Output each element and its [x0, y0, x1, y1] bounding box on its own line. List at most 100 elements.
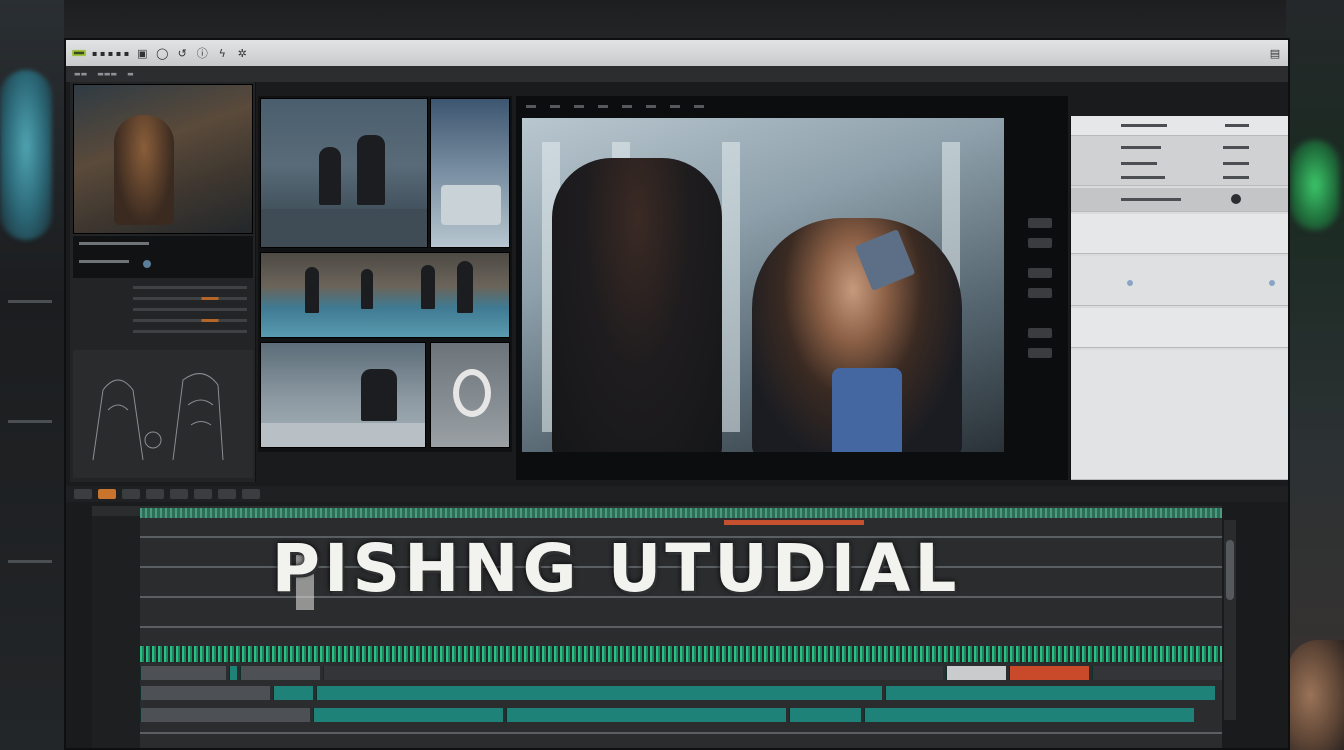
- selection-icon[interactable]: ▣: [135, 46, 149, 60]
- audio-waveform-track[interactable]: [140, 646, 1222, 662]
- property-row[interactable]: [73, 282, 253, 293]
- property-row[interactable]: [73, 326, 253, 337]
- timeline-clip[interactable]: [1009, 666, 1089, 680]
- window-icon[interactable]: ▤: [1268, 46, 1282, 60]
- timeline-in-out-range[interactable]: [724, 520, 864, 525]
- background-figure: [0, 70, 52, 240]
- side-button[interactable]: [1028, 348, 1052, 358]
- timeline-tool[interactable]: [242, 489, 260, 499]
- inspector-row[interactable]: [1071, 214, 1288, 254]
- viewer-tool[interactable]: [670, 104, 680, 108]
- keyframe-dot[interactable]: [1269, 280, 1275, 286]
- program-viewer: [516, 96, 1068, 480]
- timeline-clip[interactable]: [313, 708, 503, 722]
- property-slider[interactable]: [133, 330, 247, 333]
- property-row[interactable]: [73, 315, 253, 326]
- shot-thumbnail[interactable]: [260, 98, 428, 248]
- timeline-clip[interactable]: [506, 708, 786, 722]
- thumbnail-figure: [305, 267, 319, 313]
- viewer-tool[interactable]: [574, 104, 584, 108]
- thumbnail-figure: [361, 269, 373, 309]
- viewer-tool[interactable]: [550, 104, 560, 108]
- inspector-row[interactable]: [1071, 136, 1288, 186]
- app-logo-icon[interactable]: [72, 46, 86, 60]
- workspace-tab[interactable]: ▬: [127, 70, 134, 78]
- circle-icon[interactable]: ◯: [155, 46, 169, 60]
- timeline-clip[interactable]: [229, 666, 237, 680]
- timeline-clip[interactable]: [240, 666, 320, 680]
- property-slider[interactable]: [133, 319, 247, 322]
- thumbnail-floor: [261, 209, 427, 247]
- viewer-tool[interactable]: [598, 104, 608, 108]
- timeline-clip[interactable]: [273, 686, 313, 700]
- scrollbar-thumb[interactable]: [1226, 540, 1234, 600]
- timeline-tool[interactable]: [122, 489, 140, 499]
- shot-thumbnail[interactable]: [430, 342, 510, 448]
- timeline-scrollbar[interactable]: [1224, 520, 1236, 720]
- info-line: [79, 260, 129, 263]
- title-overlay: PISHNG UTUDIAL: [271, 530, 961, 607]
- inspector-label: [1121, 146, 1161, 149]
- timeline-clip[interactable]: [316, 686, 882, 700]
- property-slider[interactable]: [133, 308, 247, 311]
- workspace-tab[interactable]: ▬▬: [74, 70, 87, 78]
- timeline-clip[interactable]: [864, 708, 1194, 722]
- timeline-clip[interactable]: [140, 686, 270, 700]
- timeline-clip[interactable]: [140, 708, 310, 722]
- viewer-toolbar: [516, 96, 1068, 116]
- track-divider: [140, 732, 1222, 734]
- inspector-row[interactable]: [1071, 256, 1288, 306]
- timeline-tool[interactable]: [74, 489, 92, 499]
- timeline-clip[interactable]: [1092, 666, 1222, 680]
- background-strip: [8, 300, 52, 303]
- viewer-tool[interactable]: [694, 104, 704, 108]
- property-slider[interactable]: [133, 286, 247, 289]
- inspector-row[interactable]: [1071, 116, 1288, 136]
- timeline-tool[interactable]: [146, 489, 164, 499]
- property-row[interactable]: [73, 293, 253, 304]
- property-row[interactable]: [73, 304, 253, 315]
- timeline-tool[interactable]: [194, 489, 212, 499]
- timeline-tool[interactable]: [170, 489, 188, 499]
- inspector-row[interactable]: [1071, 308, 1288, 348]
- timeline-clip[interactable]: [885, 686, 1215, 700]
- timeline-ruler[interactable]: [140, 508, 1222, 518]
- thumbnail-figure: [421, 265, 435, 309]
- side-button[interactable]: [1028, 288, 1052, 298]
- undo-icon[interactable]: ↺: [175, 46, 189, 60]
- properties-list: [73, 282, 253, 337]
- timeline-clip[interactable]: [323, 666, 943, 680]
- storyboard-sketch[interactable]: [73, 350, 253, 478]
- bolt-icon[interactable]: ϟ: [215, 46, 229, 60]
- viewer-tool[interactable]: [526, 104, 536, 108]
- menu-item[interactable]: ▪ ▪ ▪ ▪ ▪: [92, 49, 129, 58]
- settings-icon[interactable]: ✲: [235, 46, 249, 60]
- shot-thumbnail[interactable]: [260, 252, 510, 338]
- shot-thumbnail[interactable]: [430, 98, 510, 248]
- timeline-clip[interactable]: [946, 666, 1006, 680]
- video-preview[interactable]: [522, 118, 1004, 452]
- side-button[interactable]: [1028, 238, 1052, 248]
- inspector-row[interactable]: [1071, 188, 1288, 212]
- timeline-clip[interactable]: [789, 708, 861, 722]
- property-slider[interactable]: [133, 297, 247, 300]
- background-strip: [8, 560, 52, 563]
- viewer-tool[interactable]: [622, 104, 632, 108]
- side-button[interactable]: [1028, 328, 1052, 338]
- timeline-tool[interactable]: [98, 489, 116, 499]
- side-button[interactable]: [1028, 268, 1052, 278]
- media-browser-panel: [70, 82, 256, 482]
- workspace-tab[interactable]: ▬▬▬: [97, 70, 117, 78]
- shot-thumbnail[interactable]: [260, 342, 426, 448]
- timeline-clip[interactable]: [140, 666, 226, 680]
- side-button[interactable]: [1028, 218, 1052, 228]
- inspector-knob[interactable]: [1231, 194, 1241, 204]
- keyframe-dot[interactable]: [1127, 280, 1133, 286]
- info-icon[interactable]: ⓘ: [195, 46, 209, 60]
- inspector-label: [1121, 162, 1157, 165]
- source-clip-thumbnail[interactable]: [73, 84, 253, 234]
- monitor-screen: ▪ ▪ ▪ ▪ ▪ ▣ ◯ ↺ ⓘ ϟ ✲ ▤ ▬▬ ▬▬▬ ▬: [64, 38, 1290, 750]
- viewer-tool[interactable]: [646, 104, 656, 108]
- inspector-row[interactable]: [1071, 350, 1288, 480]
- timeline-tool[interactable]: [218, 489, 236, 499]
